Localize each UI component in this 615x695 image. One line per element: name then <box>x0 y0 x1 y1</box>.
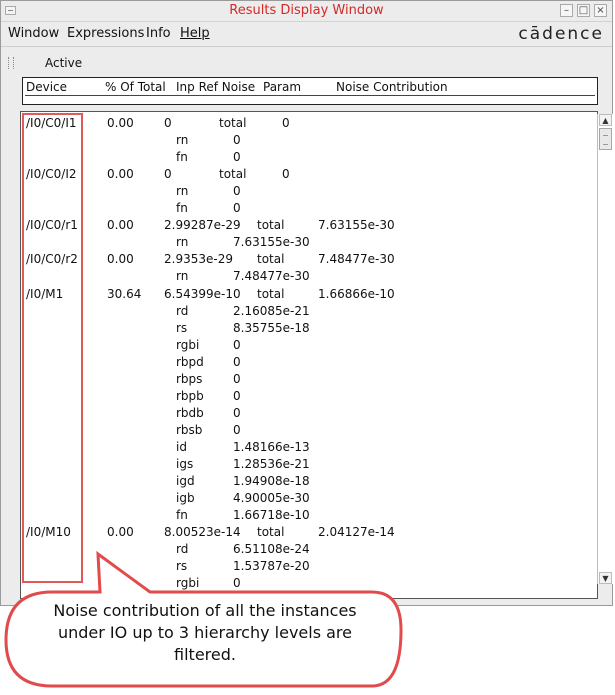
callout-text: Noise contribution of all the instances … <box>53 601 357 664</box>
callout-bubble <box>4 550 403 688</box>
